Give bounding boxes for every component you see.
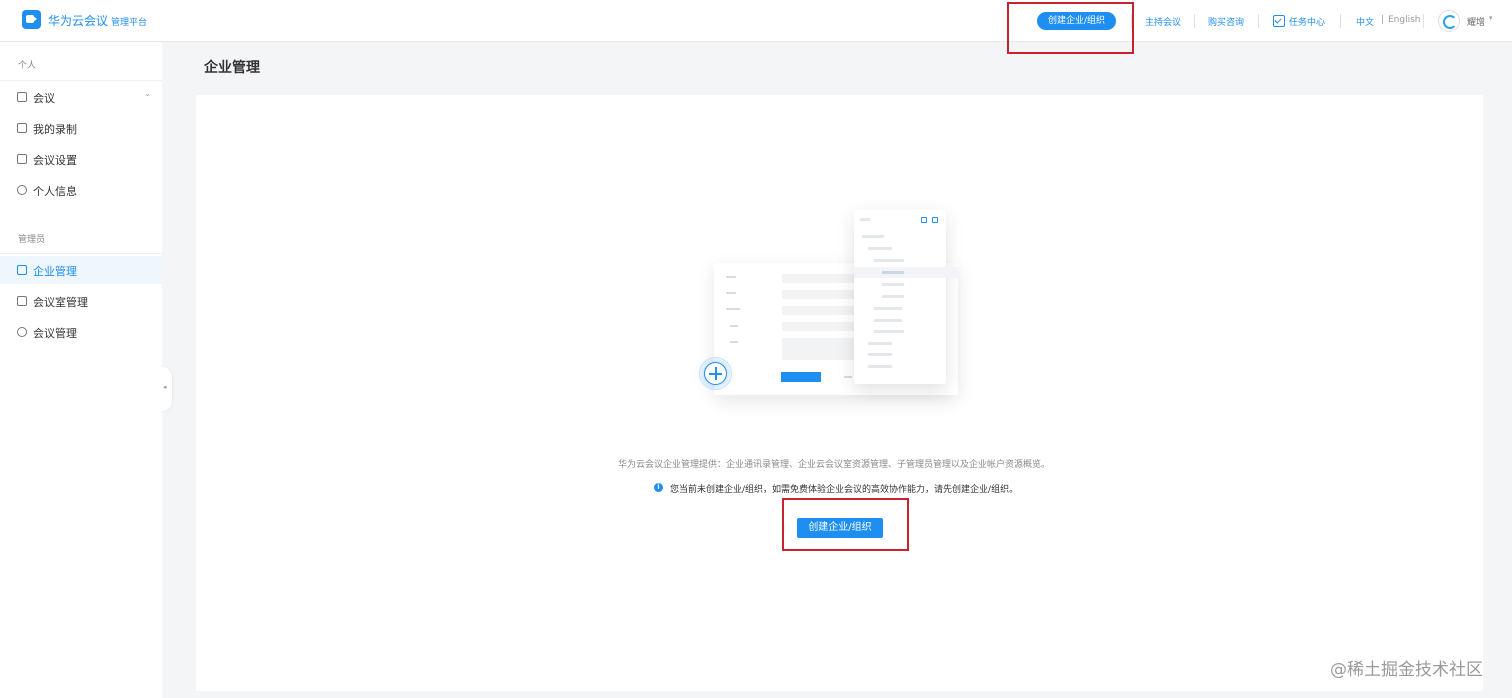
purchase-consult-link[interactable]: 购买咨询 xyxy=(1208,15,1244,28)
calendar-icon xyxy=(17,92,27,102)
divider xyxy=(1340,14,1341,28)
illustration-line xyxy=(882,295,904,298)
language-english[interactable]: English xyxy=(1388,15,1421,25)
sidebar-item-label: 会议 xyxy=(33,92,55,105)
highlight-box-header xyxy=(1007,2,1134,54)
language-chinese[interactable]: 中文 xyxy=(1356,15,1374,28)
sidebar-item-conference-management[interactable]: 会议管理 xyxy=(0,318,162,346)
chevron-left-icon: ◂ xyxy=(163,383,167,391)
sidebar: 个人 会议 ⌄ 我的录制 会议设置 个人信息 管理员 企业管理 会议室管理 会议… xyxy=(0,42,162,698)
illustration-line xyxy=(860,218,870,221)
sidebar-item-label: 个人信息 xyxy=(33,185,77,198)
divider xyxy=(0,253,162,254)
sidebar-item-label: 会议管理 xyxy=(33,327,77,340)
chevron-down-icon[interactable]: ⌄ xyxy=(144,89,151,98)
illustration-line xyxy=(882,271,904,274)
sidebar-item-enterprise-management[interactable]: 企业管理 xyxy=(0,256,162,284)
room-icon xyxy=(17,296,27,306)
settings-icon xyxy=(17,154,27,164)
sidebar-item-room-management[interactable]: 会议室管理 xyxy=(0,287,162,315)
user-avatar[interactable] xyxy=(1438,10,1460,32)
section-label-admin: 管理员 xyxy=(18,235,46,245)
illustration-line xyxy=(730,325,738,327)
top-header: 华为云会议 管理平台 创建企业/组织 主持会议 购买咨询 任务中心 中文 | E… xyxy=(0,0,1512,42)
illustration-field xyxy=(782,338,862,360)
illustration-line xyxy=(730,341,738,343)
illustration-button xyxy=(781,372,821,382)
illustration-highlight xyxy=(854,267,958,278)
illustration-line xyxy=(874,259,904,262)
sidebar-item-meeting-settings[interactable]: 会议设置 xyxy=(0,145,162,173)
task-center-link[interactable]: 任务中心 xyxy=(1289,15,1325,28)
illustration-field xyxy=(782,322,862,331)
illustration-line xyxy=(726,276,736,278)
enterprise-icon xyxy=(17,265,27,275)
section-label-personal: 个人 xyxy=(18,61,37,71)
chevron-down-icon[interactable]: ▾ xyxy=(1489,14,1493,22)
page-title: 企业管理 xyxy=(204,60,260,76)
illustration-line xyxy=(862,235,884,238)
illustration-line xyxy=(868,247,892,250)
illustration-tree-card xyxy=(854,210,958,384)
illustration-field xyxy=(782,274,862,283)
illustration-line xyxy=(868,365,892,368)
illustration-line xyxy=(726,308,740,310)
illustration-line xyxy=(868,342,892,345)
plus-icon xyxy=(704,362,727,385)
sidebar-item-my-recordings[interactable]: 我的录制 xyxy=(0,114,162,142)
divider xyxy=(0,80,162,81)
task-center-icon[interactable] xyxy=(1273,15,1285,27)
divider xyxy=(1423,14,1424,28)
enterprise-management-description: 华为云会议企业管理提供：企业通讯录管理、企业云会议室资源管理、子管理员管理以及企… xyxy=(618,460,1051,470)
illustration-field xyxy=(782,306,862,315)
sidebar-item-label: 会议设置 xyxy=(33,154,77,167)
illustration-icon xyxy=(921,217,927,223)
recording-icon xyxy=(17,123,27,133)
info-icon: i xyxy=(654,483,663,492)
illustration-line xyxy=(874,330,904,333)
brand-name[interactable]: 华为云会议 xyxy=(48,12,108,29)
brand-subtitle: 管理平台 xyxy=(111,18,148,28)
divider xyxy=(1194,14,1195,28)
sidebar-item-label: 我的录制 xyxy=(33,123,77,136)
illustration-line xyxy=(844,376,852,378)
globe-icon xyxy=(17,327,27,337)
sidebar-item-label: 企业管理 xyxy=(33,265,77,278)
illustration-line xyxy=(726,292,736,294)
illustration-icon xyxy=(932,217,938,223)
sidebar-collapse-button[interactable]: ◂ xyxy=(158,367,172,411)
highlight-box-main xyxy=(782,498,909,551)
sidebar-item-personal-info[interactable]: 个人信息 xyxy=(0,176,162,204)
host-meeting-link[interactable]: 主持会议 xyxy=(1145,15,1181,28)
watermark: @稀土掘金技术社区 xyxy=(1330,660,1483,680)
user-icon xyxy=(17,185,27,195)
sidebar-item-meetings[interactable]: 会议 ⌄ xyxy=(0,83,162,111)
sidebar-item-label: 会议室管理 xyxy=(33,296,88,309)
illustration-line xyxy=(868,353,892,356)
huawei-cloud-meeting-logo-icon[interactable] xyxy=(22,10,41,29)
illustration-field xyxy=(782,290,862,299)
no-organization-notice: 您当前未创建企业/组织，如需免费体验企业会议的高效协作能力，请先创建企业/组织。 xyxy=(670,485,1019,495)
language-separator: | xyxy=(1381,15,1385,25)
illustration-line xyxy=(874,319,902,322)
divider xyxy=(1258,14,1259,28)
illustration-line xyxy=(874,307,902,310)
illustration-line xyxy=(882,283,904,286)
user-name[interactable]: 耀增 xyxy=(1467,15,1485,28)
